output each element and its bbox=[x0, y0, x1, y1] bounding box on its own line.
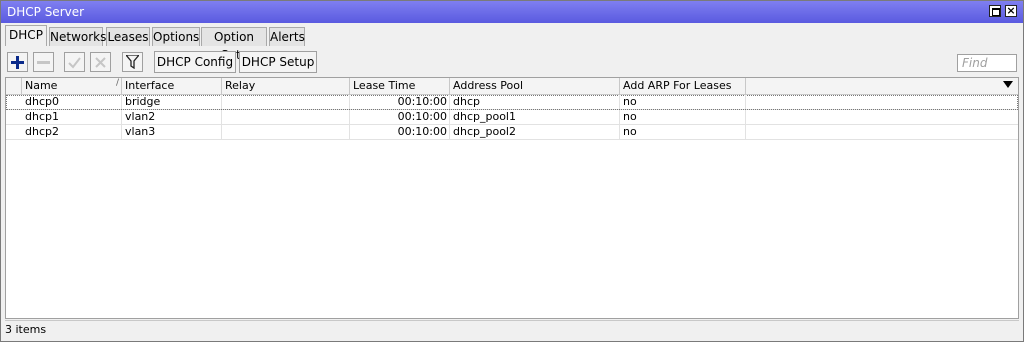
dhcp-setup-button[interactable]: DHCP Setup bbox=[239, 51, 317, 73]
cell-lease-time: 00:10:00 bbox=[350, 110, 450, 124]
cell-address-pool: dhcp bbox=[450, 95, 620, 109]
cell-relay bbox=[222, 125, 350, 139]
header-address-pool[interactable]: Address Pool bbox=[450, 78, 620, 94]
toolbar: DHCP Config DHCP Setup Find bbox=[1, 49, 1023, 77]
status-bar: 3 items bbox=[5, 320, 1019, 339]
table-header: Name / Interface Relay Lease Time Addres… bbox=[6, 78, 1018, 95]
enable-button[interactable] bbox=[64, 52, 85, 72]
dhcp-server-window: DHCP Server × DHCP Networks Leases Optio… bbox=[0, 0, 1024, 342]
minus-icon bbox=[37, 61, 50, 64]
cell-lease-time: 00:10:00 bbox=[350, 95, 450, 109]
tab-option-sets[interactable]: Option Sets bbox=[201, 27, 267, 62]
sort-indicator-icon: / bbox=[116, 78, 120, 88]
cell-lease-time: 00:10:00 bbox=[350, 125, 450, 139]
cell-interface: bridge bbox=[122, 95, 222, 109]
cell-add-arp: no bbox=[620, 110, 746, 124]
table-row[interactable]: dhcp0 bridge 00:10:00 dhcp no bbox=[6, 95, 1018, 110]
tab-networks[interactable]: Networks bbox=[49, 27, 106, 46]
cell-add-arp: no bbox=[620, 95, 746, 109]
tab-dhcp[interactable]: DHCP bbox=[5, 25, 47, 46]
table-row[interactable]: dhcp1 vlan2 00:10:00 dhcp_pool1 no bbox=[6, 110, 1018, 125]
header-add-arp[interactable]: Add ARP For Leases bbox=[620, 78, 746, 94]
cell-interface: vlan2 bbox=[122, 110, 222, 124]
cell-add-arp: no bbox=[620, 125, 746, 139]
remove-button[interactable] bbox=[33, 52, 54, 72]
find-input[interactable]: Find bbox=[957, 54, 1017, 72]
dhcp-config-button[interactable]: DHCP Config bbox=[154, 51, 236, 73]
cell-interface: vlan3 bbox=[122, 125, 222, 139]
table-row[interactable]: dhcp2 vlan3 00:10:00 dhcp_pool2 no bbox=[6, 125, 1018, 140]
cell-address-pool: dhcp_pool2 bbox=[450, 125, 620, 139]
cell-name: dhcp2 bbox=[22, 125, 122, 139]
cell-address-pool: dhcp_pool1 bbox=[450, 110, 620, 124]
cell-name: dhcp1 bbox=[22, 110, 122, 124]
header-lease-time[interactable]: Lease Time bbox=[350, 78, 450, 94]
tab-leases[interactable]: Leases bbox=[106, 27, 150, 46]
header-relay[interactable]: Relay bbox=[222, 78, 350, 94]
header-interface[interactable]: Interface bbox=[122, 78, 222, 94]
close-button[interactable]: × bbox=[1005, 5, 1017, 17]
cell-relay bbox=[222, 95, 350, 109]
cell-relay bbox=[222, 110, 350, 124]
add-button[interactable] bbox=[7, 52, 28, 72]
title-bar[interactable]: DHCP Server × bbox=[1, 1, 1023, 23]
filter-icon bbox=[124, 54, 141, 70]
tab-alerts[interactable]: Alerts bbox=[269, 27, 305, 46]
cell-name: dhcp0 bbox=[22, 95, 122, 109]
maximize-button[interactable] bbox=[989, 5, 1001, 17]
header-name[interactable]: Name bbox=[22, 78, 122, 94]
check-icon bbox=[68, 57, 81, 69]
plus-icon bbox=[11, 56, 24, 69]
column-chooser-icon[interactable] bbox=[1003, 81, 1013, 88]
header-flag bbox=[6, 78, 22, 94]
disable-button[interactable] bbox=[90, 52, 111, 72]
window-title: DHCP Server bbox=[7, 5, 85, 19]
dhcp-server-table: Name / Interface Relay Lease Time Addres… bbox=[5, 77, 1019, 319]
tab-options[interactable]: Options bbox=[152, 27, 200, 46]
x-icon bbox=[95, 57, 106, 68]
filter-button[interactable] bbox=[122, 52, 143, 72]
